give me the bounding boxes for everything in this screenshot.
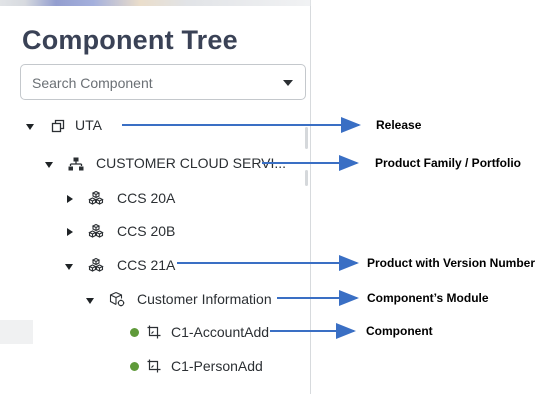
annotation-release: Release <box>376 118 422 132</box>
annotation-arrows <box>122 117 361 339</box>
annotation-module: Component’s Module <box>367 291 489 305</box>
annotation-product-version: Product with Version Number <box>367 256 536 270</box>
annotation-component: Component <box>366 324 433 338</box>
annotation-product-family: Product Family / Portfolio <box>375 156 522 170</box>
